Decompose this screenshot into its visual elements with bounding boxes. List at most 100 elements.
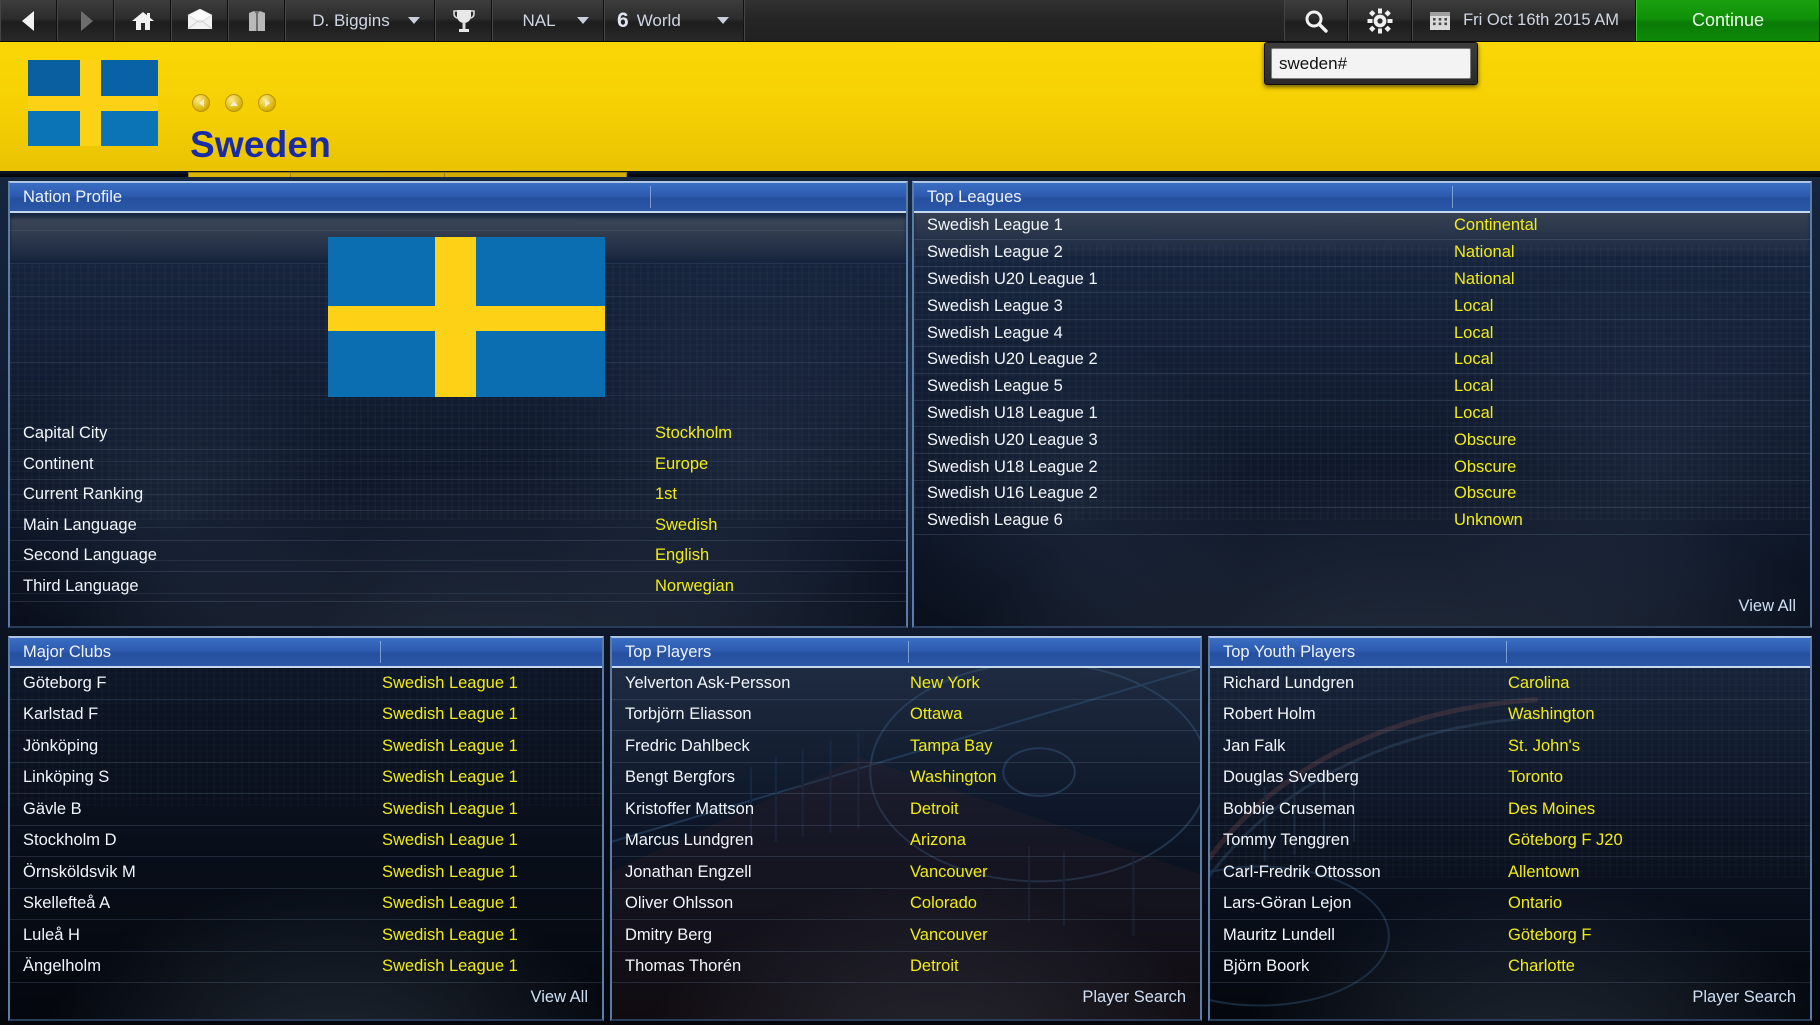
top-youth-players-panel: Top Youth Players Richard Lundgren Caroli… — [1208, 636, 1812, 1021]
major-clubs-view-all[interactable]: View All — [531, 988, 588, 1007]
table-row[interactable]: Richard Lundgren Carolina — [1210, 668, 1810, 700]
table-row[interactable]: Yelverton Ask-Persson New York — [612, 668, 1200, 700]
table-row[interactable]: Thomas Thorén Detroit — [612, 952, 1200, 983]
table-row[interactable]: Swedish League 3 Local — [914, 293, 1810, 321]
table-row[interactable]: Torbjörn Eliasson Ottawa — [612, 700, 1200, 731]
table-row[interactable]: Swedish League 4 Local — [914, 320, 1810, 347]
table-row[interactable]: Bengt Bergfors Washington — [612, 763, 1200, 794]
row-label: Jan Falk — [1223, 736, 1286, 755]
top-youth-search-link[interactable]: Player Search — [1692, 988, 1796, 1007]
table-row[interactable]: Swedish U18 League 2 Obscure — [914, 454, 1810, 481]
inbox-button[interactable] — [171, 0, 228, 41]
top-toolbar: D. Biggins NAL 6 World Fri Oct 16th 2015… — [0, 0, 1820, 42]
table-row[interactable]: Swedish U18 League 1 Local — [914, 401, 1810, 428]
table-row[interactable]: Carl-Fredrik Ottosson Allentown — [1210, 857, 1810, 889]
row-label: Linköping S — [23, 768, 110, 787]
search-button[interactable] — [1284, 0, 1349, 41]
row-label: Kristoffer Mattson — [625, 799, 754, 818]
squad-jersey-button[interactable] — [228, 0, 285, 41]
nav-up-dot[interactable] — [225, 94, 243, 112]
row-label: Third Language — [23, 576, 139, 595]
world-selector-label: World — [636, 10, 681, 30]
top-youth-players-rows: Richard Lundgren Carolina Robert Holm Washi… — [1210, 668, 1810, 983]
nav-prev-dot[interactable] — [192, 94, 210, 112]
top-players-search-link[interactable]: Player Search — [1082, 988, 1186, 1007]
table-row[interactable]: Swedish League 1 Continental — [914, 213, 1810, 240]
league-selector[interactable]: NAL — [492, 0, 604, 41]
table-row[interactable]: Douglas Svedberg Toronto — [1210, 763, 1810, 794]
home-button[interactable] — [114, 0, 171, 41]
competitions-trophy-button[interactable] — [435, 0, 492, 41]
continue-button[interactable]: Continue — [1636, 0, 1820, 41]
table-row[interactable]: Gävle B Swedish League 1 — [10, 794, 602, 826]
table-row[interactable]: Kristoffer Mattson Detroit — [612, 794, 1200, 826]
row-label: Bobbie Cruseman — [1223, 799, 1356, 818]
table-row[interactable]: Karlstad F Swedish League 1 — [10, 700, 602, 731]
row-label: Tommy Tenggren — [1223, 831, 1350, 850]
table-row[interactable]: Jonathan Engzell Vancouver — [612, 857, 1200, 889]
table-row[interactable]: Robert Holm Washington — [1210, 700, 1810, 731]
table-row[interactable]: Capital City Stockholm — [10, 419, 906, 450]
table-row[interactable]: Swedish U20 League 2 Local — [914, 347, 1810, 374]
table-row[interactable]: Linköping S Swedish League 1 — [10, 763, 602, 794]
forward-button[interactable] — [57, 0, 114, 41]
table-row[interactable]: Ängelholm Swedish League 1 — [10, 952, 602, 983]
table-row[interactable]: Swedish League 6 Unknown — [914, 508, 1810, 535]
row-value: Obscure — [1454, 457, 1517, 476]
table-row[interactable]: Stockholm D Swedish League 1 — [10, 826, 602, 857]
row-label: Luleå H — [23, 925, 80, 944]
row-value: Ontario — [1508, 894, 1563, 913]
table-row[interactable]: Swedish League 2 National — [914, 240, 1810, 267]
panel-title: Top Youth Players — [1223, 642, 1356, 661]
table-row[interactable]: Göteborg F Swedish League 1 — [10, 668, 602, 700]
table-row[interactable]: Swedish U20 League 1 National — [914, 267, 1810, 294]
table-row[interactable]: Second Language English — [10, 541, 906, 572]
table-row[interactable]: Marcus Lundgren Arizona — [612, 826, 1200, 857]
nation-profile-header: Nation Profile — [10, 183, 906, 213]
table-row[interactable]: Current Ranking 1st — [10, 480, 906, 511]
back-button[interactable] — [0, 0, 57, 41]
row-label: Marcus Lundgren — [625, 831, 754, 850]
nav-next-dot[interactable] — [258, 94, 276, 112]
top-leagues-rows: Swedish League 1 Continental Swedish Leagu… — [914, 213, 1810, 535]
row-label: Swedish U20 League 1 — [927, 269, 1098, 288]
table-row[interactable]: Jönköping Swedish League 1 — [10, 731, 602, 763]
table-row[interactable]: Skellefteå A Swedish League 1 — [10, 889, 602, 920]
table-row[interactable]: Tommy Tenggren Göteborg F J20 — [1210, 826, 1810, 857]
manager-selector[interactable]: D. Biggins — [285, 0, 435, 41]
table-row[interactable]: Bobbie Cruseman Des Moines — [1210, 794, 1810, 826]
date-display[interactable]: Fri Oct 16th 2015 AM — [1412, 0, 1636, 41]
table-row[interactable]: Luleå H Swedish League 1 — [10, 920, 602, 952]
top-leagues-view-all[interactable]: View All — [1739, 597, 1796, 616]
settings-button[interactable] — [1348, 0, 1413, 41]
table-row[interactable]: Continent Europe — [10, 450, 906, 480]
table-row[interactable]: Fredric Dahlbeck Tampa Bay — [612, 731, 1200, 763]
table-row[interactable]: Örnsköldsvik M Swedish League 1 — [10, 857, 602, 889]
row-value: 1st — [655, 485, 678, 504]
table-row[interactable]: Jan Falk St. John's — [1210, 731, 1810, 763]
table-row[interactable]: Oliver Ohlsson Colorado — [612, 889, 1200, 920]
table-row[interactable]: Mauritz Lundell Göteborg F — [1210, 920, 1810, 952]
table-row[interactable]: Swedish U20 League 3 Obscure — [914, 427, 1810, 455]
table-row[interactable]: Third Language Norwegian — [10, 572, 906, 602]
major-clubs-header: Major Clubs — [10, 638, 602, 668]
top-youth-players-header: Top Youth Players — [1210, 638, 1810, 668]
page-title: Sweden — [190, 124, 332, 165]
row-label: Carl-Fredrik Ottosson — [1223, 862, 1381, 881]
continue-label: Continue — [1691, 10, 1765, 30]
header-nav-dots — [192, 94, 276, 112]
table-row[interactable]: Lars-Göran Lejon Ontario — [1210, 889, 1810, 920]
row-value: Swedish League 1 — [382, 831, 518, 850]
table-row[interactable]: Main Language Swedish — [10, 511, 906, 541]
table-row[interactable]: Björn Boork Charlotte — [1210, 952, 1810, 983]
row-label: Continent — [23, 454, 94, 473]
search-input[interactable] — [1271, 48, 1471, 79]
row-value: Local — [1454, 296, 1494, 315]
table-row[interactable]: Dmitry Berg Vancouver — [612, 920, 1200, 952]
world-selector[interactable]: 6 World — [604, 0, 744, 41]
table-row[interactable]: Swedish U16 League 2 Obscure — [914, 481, 1810, 508]
row-value: Swedish League 1 — [382, 736, 518, 755]
nation-profile-rows: Capital City Stockholm Continent Europe Curr… — [10, 419, 906, 602]
row-label: Swedish U20 League 2 — [927, 350, 1098, 369]
table-row[interactable]: Swedish League 5 Local — [914, 374, 1810, 401]
